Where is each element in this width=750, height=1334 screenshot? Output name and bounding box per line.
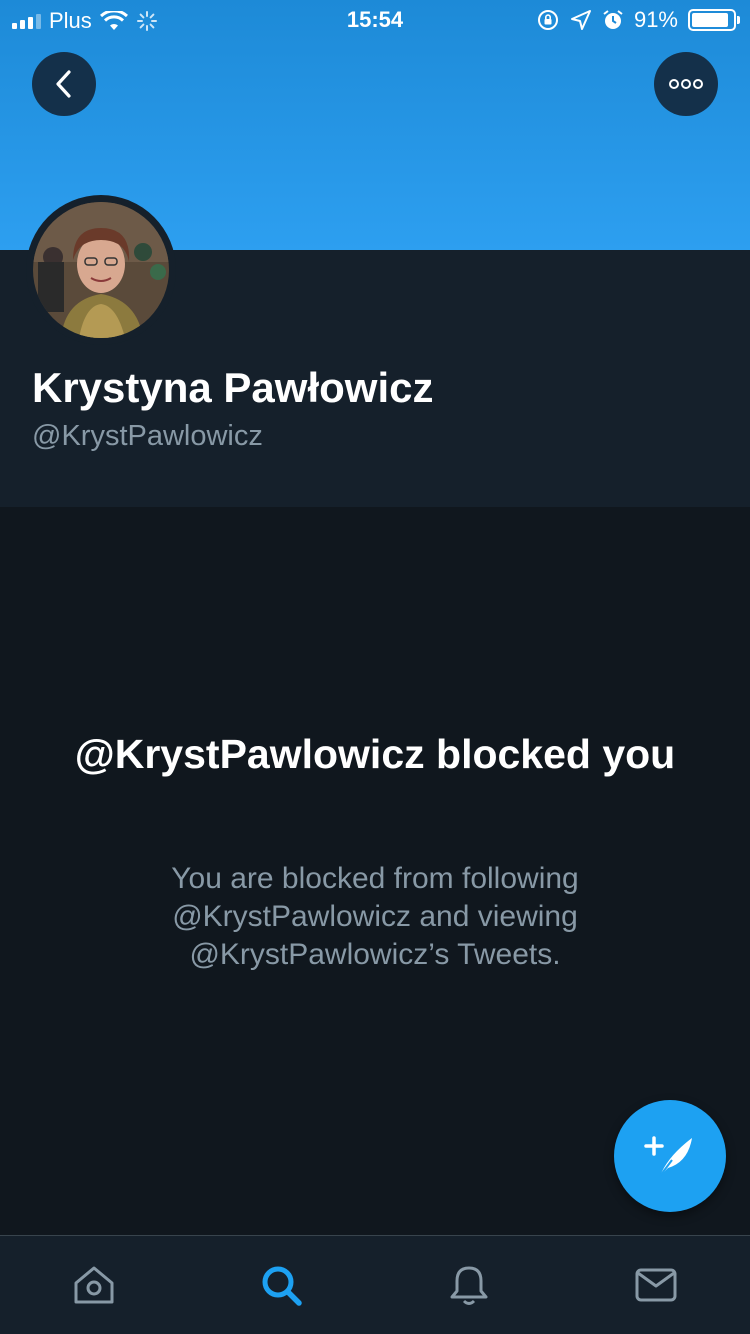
battery-icon xyxy=(688,9,740,31)
alarm-icon xyxy=(603,10,623,29)
avatar-photo xyxy=(33,202,169,338)
more-icon xyxy=(669,79,703,89)
battery-percent: 91% xyxy=(633,7,678,32)
tab-notifications[interactable] xyxy=(375,1236,563,1334)
blocked-description: You are blocked from following @KrystPaw… xyxy=(171,862,579,971)
tab-search[interactable] xyxy=(188,1236,376,1334)
profile-handle: @KrystPawlowicz xyxy=(32,420,263,452)
compose-tweet-button[interactable] xyxy=(614,1100,726,1212)
home-icon xyxy=(74,1266,114,1304)
status-bar: Plus 15:54 91% xyxy=(0,0,750,40)
tab-bar xyxy=(0,1235,750,1334)
blocked-title: @KrystPawlowicz blocked you xyxy=(74,731,676,777)
tab-messages[interactable] xyxy=(563,1236,750,1334)
compose-tweet-icon xyxy=(644,1136,692,1177)
battery-fill xyxy=(692,13,729,27)
more-options-button[interactable] xyxy=(654,52,718,116)
chevron-left-icon xyxy=(56,70,71,98)
rotation-lock-icon xyxy=(537,10,558,30)
notifications-icon xyxy=(450,1266,488,1305)
status-right: 91% xyxy=(536,7,740,33)
tab-home[interactable] xyxy=(0,1236,188,1334)
search-icon xyxy=(262,1266,302,1306)
location-arrow-icon xyxy=(570,10,591,30)
messages-icon xyxy=(635,1268,677,1302)
back-button[interactable] xyxy=(32,52,96,116)
avatar[interactable] xyxy=(26,195,176,345)
profile-display-name: Krystyna Pawłowicz xyxy=(32,364,434,411)
